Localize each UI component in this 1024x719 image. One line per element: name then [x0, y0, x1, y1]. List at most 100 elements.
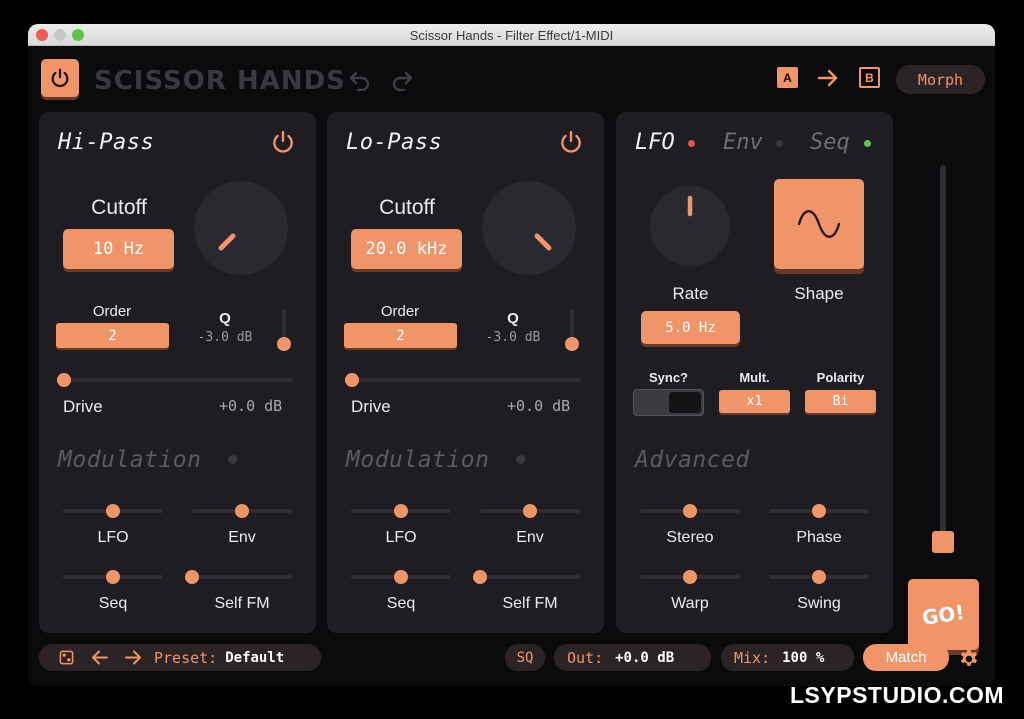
sq-button[interactable]: SQ [505, 644, 545, 671]
lopass-mod-env-handle[interactable] [523, 504, 537, 518]
lopass-mod-lfo-label: LFO [385, 529, 417, 546]
knob-indicator-icon [687, 195, 693, 217]
lopass-q-value: -3.0 dB [485, 330, 541, 345]
hipass-power-icon[interactable] [270, 129, 296, 155]
brand-title: SCISSOR HANDS [94, 66, 346, 96]
hipass-mod-selffm-label: Self FM [214, 595, 270, 612]
master-slider[interactable] [940, 165, 946, 540]
hipass-mod-env-label: Env [228, 529, 256, 546]
hipass-cutoff-knob[interactable] [194, 181, 288, 275]
morph-button[interactable]: Morph [896, 65, 985, 94]
hipass-mod-selffm-handle[interactable] [185, 570, 199, 584]
lopass-order-label: Order [380, 303, 420, 320]
hipass-panel: Hi-Pass Cutoff 10 Hz Order 2 Q -3.0 dB D… [39, 112, 316, 633]
lopass-drive-slider[interactable] [351, 378, 581, 382]
tab-env[interactable]: Env [723, 130, 763, 155]
lfo-polarity-value[interactable]: Bi [805, 390, 876, 413]
next-preset-icon[interactable] [124, 649, 142, 666]
lopass-drive-value: +0.0 dB [507, 397, 571, 415]
lopass-cutoff-value[interactable]: 20.0 kHz [351, 229, 462, 269]
lopass-mod-lfo-handle[interactable] [394, 504, 408, 518]
hipass-drive-slider[interactable] [63, 378, 293, 382]
lopass-modulation-title: Modulation [346, 447, 490, 473]
tab-lfo[interactable]: LFO [635, 130, 675, 155]
arrow-right-icon[interactable] [816, 67, 840, 89]
redo-icon[interactable] [390, 69, 414, 91]
hipass-q-handle[interactable] [277, 337, 291, 351]
power-icon [51, 68, 69, 88]
sine-wave-icon [797, 210, 841, 238]
lfo-stereo-label: Stereo [666, 529, 714, 546]
tab-lfo-indicator [688, 140, 695, 147]
lopass-drive-label: Drive [351, 397, 391, 416]
lfo-sync-toggle[interactable] [633, 389, 704, 416]
lopass-order-value[interactable]: 2 [344, 323, 457, 348]
hipass-q-label: Q [219, 310, 231, 327]
preset-bar: Preset: Default [39, 644, 321, 671]
preset-b-button[interactable]: B [859, 67, 880, 88]
hipass-drive-handle[interactable] [57, 373, 71, 387]
lfo-shape-label: Shape [794, 284, 844, 303]
main-power-button[interactable] [41, 59, 79, 97]
lopass-mod-seq-handle[interactable] [394, 570, 408, 584]
hipass-cutoff-label: Cutoff [91, 196, 147, 219]
lopass-title: Lo-Pass [346, 130, 443, 155]
preset-label: Preset: [154, 648, 218, 667]
title-bar: Scissor Hands - Filter Effect/1-MIDI [28, 24, 995, 46]
lfo-rate-label: Rate [672, 284, 709, 303]
lopass-cutoff-label: Cutoff [379, 196, 435, 219]
window-title: Scissor Hands - Filter Effect/1-MIDI [409, 28, 614, 43]
output-gain-control[interactable]: Out: +0.0 dB [554, 644, 711, 671]
previous-preset-icon[interactable] [91, 649, 109, 666]
toggle-knob [669, 392, 701, 413]
tab-seq[interactable]: Seq [810, 130, 850, 155]
lfo-phase-label: Phase [796, 529, 842, 546]
knob-indicator-icon [218, 233, 236, 251]
mix-control[interactable]: Mix: 100 % [721, 644, 854, 671]
lopass-drive-handle[interactable] [345, 373, 359, 387]
lopass-modulation-indicator [516, 455, 525, 464]
lfo-swing-label: Swing [797, 595, 841, 612]
lfo-swing-handle[interactable] [812, 570, 826, 584]
hipass-modulation-indicator [228, 455, 237, 464]
preset-name[interactable]: Default [225, 650, 284, 666]
undo-icon[interactable] [348, 69, 372, 91]
tab-seq-indicator [864, 140, 871, 147]
lopass-mod-selffm-slider[interactable] [480, 575, 580, 579]
lfo-sync-label: Sync? [648, 370, 688, 385]
lopass-power-icon[interactable] [558, 129, 584, 155]
hipass-title: Hi-Pass [58, 130, 155, 155]
lfo-mult-value[interactable]: x1 [719, 390, 790, 413]
hipass-order-value[interactable]: 2 [56, 323, 169, 348]
lfo-phase-handle[interactable] [812, 504, 826, 518]
lfo-rate-value[interactable]: 5.0 Hz [641, 311, 740, 344]
hipass-cutoff-value[interactable]: 10 Hz [63, 229, 174, 269]
lfo-warp-handle[interactable] [683, 570, 697, 584]
hipass-mod-lfo-label: LFO [97, 529, 129, 546]
preset-a-button[interactable]: A [777, 67, 798, 88]
lfo-warp-label: Warp [671, 595, 709, 612]
hipass-mod-selffm-slider[interactable] [192, 575, 292, 579]
hipass-drive-value: +0.0 dB [219, 397, 283, 415]
hipass-drive-label: Drive [63, 397, 103, 416]
master-slider-handle[interactable] [932, 531, 954, 553]
hipass-mod-seq-handle[interactable] [106, 570, 120, 584]
go-button[interactable]: GO! [908, 579, 979, 650]
lfo-stereo-handle[interactable] [683, 504, 697, 518]
gear-icon[interactable] [958, 648, 980, 670]
lopass-q-label: Q [507, 310, 519, 327]
lopass-cutoff-knob[interactable] [482, 181, 576, 275]
lopass-q-handle[interactable] [565, 337, 579, 351]
dice-icon[interactable] [59, 650, 74, 665]
match-button[interactable]: Match [863, 644, 949, 671]
hipass-mod-lfo-handle[interactable] [106, 504, 120, 518]
lfo-rate-knob[interactable] [650, 186, 730, 266]
lfo-mult-label: Mult. [739, 370, 770, 385]
lfo-shape-button[interactable] [774, 179, 864, 269]
lopass-mod-selffm-handle[interactable] [473, 570, 487, 584]
lopass-mod-env-label: Env [516, 529, 544, 546]
plugin-content: SCISSOR HANDS A B Morph Hi-Pass Cutoff 1… [28, 47, 995, 686]
hipass-mod-env-handle[interactable] [235, 504, 249, 518]
tab-env-indicator [776, 140, 783, 147]
watermark: LSYPSTUDIO.COM [790, 682, 1005, 708]
